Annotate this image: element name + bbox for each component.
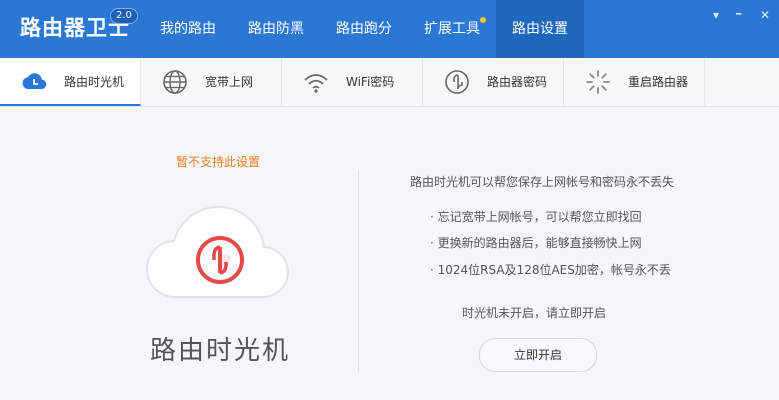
tab-time-machine[interactable]: 路由时光机 bbox=[0, 58, 141, 106]
nav-router-settings[interactable]: 路由设置 bbox=[496, 0, 584, 58]
version-badge: 2.0 bbox=[110, 8, 138, 24]
status-text: 时光机未开启，请立即开启 bbox=[462, 306, 607, 320]
nav-extensions-label: 扩展工具 bbox=[424, 21, 480, 37]
nav-extensions[interactable]: 扩展工具 bbox=[408, 0, 496, 58]
feature-point-3: · 1024位RSA及128位AES加密，帐号永不丢 bbox=[430, 263, 671, 277]
nav-router-benchmark[interactable]: 路由跑分 bbox=[320, 0, 408, 58]
tab-router-password-label: 路由器密码 bbox=[487, 75, 548, 89]
close-icon[interactable]: ✕ bbox=[760, 8, 770, 22]
feature-point-1: · 忘记宽带上网帐号，可以帮您立即找回 bbox=[430, 210, 642, 224]
feature-title: 路由时光机 bbox=[150, 336, 291, 366]
unsupported-warning: 暂不支持此设置 bbox=[176, 155, 261, 169]
divider bbox=[358, 170, 359, 372]
settings-tabs: 路由时光机 宽带上网 WiFi密码 路由器密码 重启路由器 bbox=[0, 58, 779, 107]
tab-router-password[interactable]: 路由器密码 bbox=[423, 58, 564, 106]
notification-dot bbox=[480, 17, 486, 23]
tab-wifi-password-label: WiFi密码 bbox=[346, 75, 395, 89]
nav-my-router[interactable]: 我的路由 bbox=[144, 0, 232, 58]
menu-icon[interactable]: ▾ bbox=[713, 8, 719, 22]
loading-icon bbox=[586, 70, 610, 94]
feature-description: 路由时光机可以帮您保存上网帐号和密码永不丢失 bbox=[410, 175, 675, 189]
globe-icon bbox=[163, 70, 187, 94]
cloud-lock-illustration bbox=[146, 206, 289, 299]
tab-broadband-label: 宽带上网 bbox=[205, 75, 254, 89]
tab-restart-router-label: 重启路由器 bbox=[628, 75, 689, 89]
tab-restart-router[interactable]: 重启路由器 bbox=[564, 58, 705, 106]
cloud-clock-icon bbox=[22, 73, 47, 90]
wifi-icon bbox=[304, 74, 328, 93]
minimize-icon[interactable]: ━ bbox=[736, 10, 741, 20]
title-bar: 路由器卫士 2.0 我的路由 路由防黑 路由跑分 扩展工具 路由设置 ▾ ━ ✕ bbox=[0, 0, 779, 58]
enable-button[interactable]: 立即开启 bbox=[479, 338, 597, 372]
nav-router-security[interactable]: 路由防黑 bbox=[232, 0, 320, 58]
tab-wifi-password[interactable]: WiFi密码 bbox=[282, 58, 423, 106]
tab-time-machine-label: 路由时光机 bbox=[64, 75, 125, 89]
feature-point-2: · 更换新的路由器后，能够直接畅快上网 bbox=[430, 236, 642, 250]
lock-icon bbox=[445, 70, 469, 94]
tab-broadband[interactable]: 宽带上网 bbox=[141, 58, 282, 106]
